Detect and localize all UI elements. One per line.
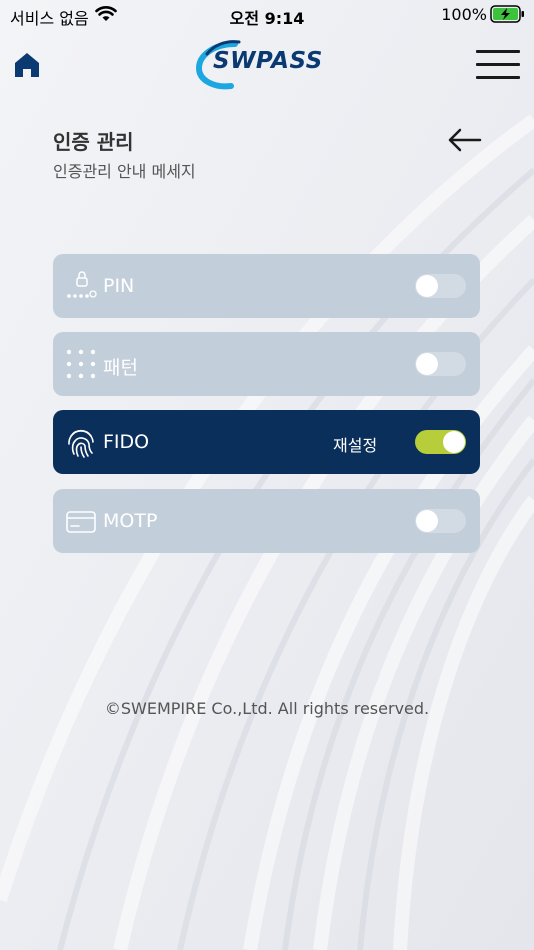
auth-row-pin[interactable]: PIN xyxy=(53,254,480,318)
battery-percent: 100% xyxy=(441,5,487,24)
page-title: 인증 관리 xyxy=(53,130,134,154)
auth-row-pattern[interactable]: 패턴 xyxy=(53,332,480,396)
toggle-knob xyxy=(416,275,438,297)
fingerprint-icon xyxy=(68,429,94,458)
page-subtitle: 인증관리 안내 메세지 xyxy=(53,162,196,181)
fido-toggle[interactable] xyxy=(415,430,466,454)
motp-toggle[interactable] xyxy=(415,509,466,533)
logo-text: SWPASS xyxy=(213,48,323,74)
toggle-knob xyxy=(443,431,465,453)
auth-label-pattern: 패턴 xyxy=(103,357,138,379)
pattern-toggle[interactable] xyxy=(415,352,466,376)
status-bar: 서비스 없음 오전 9:14 100% xyxy=(0,0,534,30)
auth-label-motp: MOTP xyxy=(103,510,158,532)
home-icon[interactable] xyxy=(12,50,42,80)
battery-charging-icon xyxy=(490,5,524,23)
copyright-text: ©SWEMPIRE Co.,Ltd. All rights reserved. xyxy=(104,699,430,718)
toggle-knob xyxy=(416,510,438,532)
auth-row-motp[interactable]: MOTP xyxy=(53,489,480,553)
pin-toggle[interactable] xyxy=(415,274,466,298)
auth-label-pin: PIN xyxy=(103,275,135,297)
pin-lock-icon xyxy=(67,271,97,298)
card-icon xyxy=(66,511,96,533)
pattern-grid-icon xyxy=(66,349,96,379)
auth-row-fido[interactable]: FIDO 재설정 xyxy=(53,410,480,474)
auth-label-fido: FIDO xyxy=(103,431,150,453)
back-arrow-icon[interactable] xyxy=(446,126,482,154)
hamburger-menu-icon[interactable] xyxy=(476,48,520,82)
toggle-knob xyxy=(416,353,438,375)
fido-reset-link[interactable]: 재설정 xyxy=(333,432,377,456)
